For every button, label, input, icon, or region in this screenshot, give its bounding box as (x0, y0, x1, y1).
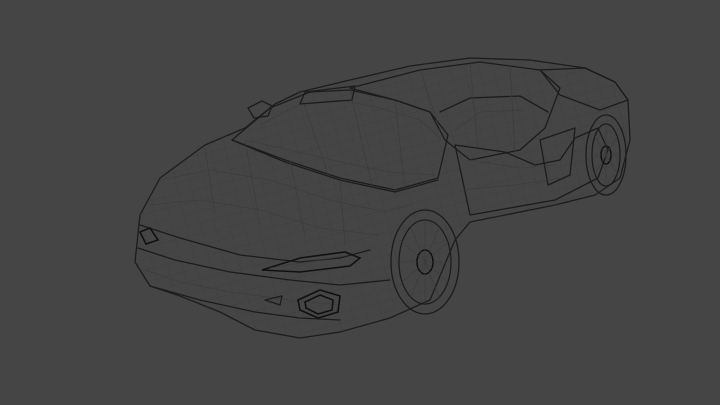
rear-wheel (585, 114, 627, 196)
3d-viewport[interactable] (0, 0, 720, 405)
car-wireframe-render (134, 57, 631, 339)
front-wheel (390, 209, 460, 315)
car-body (134, 57, 631, 339)
